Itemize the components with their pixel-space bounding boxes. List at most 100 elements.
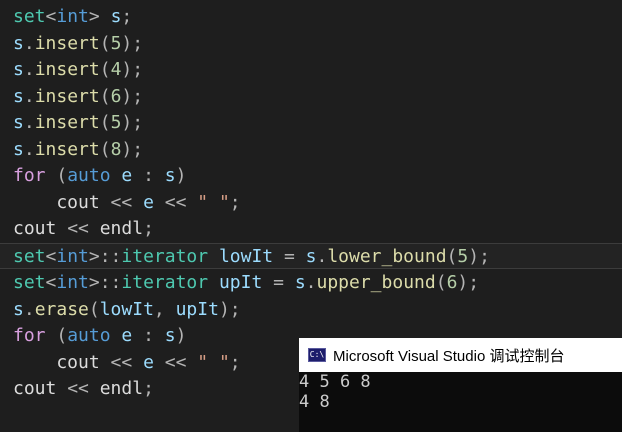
code-token: s: [294, 272, 306, 293]
code-line[interactable]: s.insert(5);: [13, 31, 143, 57]
code-token: int: [56, 246, 89, 267]
code-token: ): [175, 325, 187, 346]
code-token: s: [13, 86, 24, 107]
code-token: int: [56, 6, 89, 27]
code-token: insert: [34, 59, 100, 80]
code-token: endl: [99, 218, 144, 239]
code-token: s: [13, 33, 24, 54]
code-token: s: [164, 165, 176, 186]
code-token: e: [121, 165, 133, 186]
code-token: <: [45, 246, 57, 267]
code-line[interactable]: for (auto e : s): [13, 323, 186, 349]
code-token: (: [99, 112, 111, 133]
code-token: s: [13, 299, 24, 320]
code-token: s: [13, 59, 24, 80]
code-token: upIt: [218, 272, 263, 293]
code-token: >::: [88, 246, 122, 267]
console-output: 4 5 6 8 4 8: [299, 372, 622, 432]
code-token: <<: [153, 192, 198, 213]
code-token: (: [435, 272, 447, 293]
console-app-icon: C:\: [308, 348, 326, 362]
code-token: 6: [110, 86, 122, 107]
code-line[interactable]: s.insert(4);: [13, 57, 143, 83]
code-token: .: [23, 299, 35, 320]
console-titlebar[interactable]: C:\ Microsoft Visual Studio 调试控制台: [299, 338, 622, 372]
code-token: ;: [143, 218, 154, 239]
code-token: s: [13, 139, 24, 160]
code-line[interactable]: cout << endl;: [13, 216, 154, 242]
debug-console-window[interactable]: C:\ Microsoft Visual Studio 调试控制台 4 5 6 …: [299, 338, 622, 432]
code-token: <: [45, 272, 57, 293]
code-token: .: [305, 272, 317, 293]
code-token: s: [13, 112, 24, 133]
code-line[interactable]: s.insert(8);: [13, 137, 143, 163]
code-token: " ": [197, 192, 230, 213]
console-title: Microsoft Visual Studio 调试控制台: [333, 347, 565, 365]
code-line[interactable]: s.erase(lowIt, upIt);: [13, 297, 241, 323]
code-token: <<: [99, 192, 144, 213]
code-token: <: [45, 6, 57, 27]
code-line[interactable]: s.insert(6);: [13, 84, 143, 110]
code-line[interactable]: set<int>::iterator upIt = s.upper_bound(…: [13, 270, 479, 296]
code-token: set: [13, 6, 46, 27]
code-token: s: [305, 246, 317, 267]
code-token: );: [121, 59, 144, 80]
code-line[interactable]: s.insert(5);: [13, 110, 143, 136]
code-token: );: [218, 299, 241, 320]
code-token: );: [468, 246, 490, 267]
code-token: .: [23, 59, 35, 80]
code-token: s: [164, 325, 176, 346]
code-token: insert: [34, 112, 100, 133]
code-token: :: [132, 165, 165, 186]
code-token: ): [175, 165, 187, 186]
code-token: insert: [34, 33, 100, 54]
code-token: int: [56, 272, 89, 293]
code-token: <<: [56, 218, 100, 239]
code-line[interactable]: for (auto e : s): [13, 163, 186, 189]
code-token: 4: [110, 59, 122, 80]
code-token: >::: [88, 272, 122, 293]
code-line[interactable]: cout << endl;: [13, 376, 154, 402]
code-token: (: [45, 325, 68, 346]
code-token: iterator: [121, 272, 209, 293]
code-token: ;: [229, 192, 241, 213]
code-token: cout: [13, 352, 100, 373]
code-token: upIt: [175, 299, 219, 320]
code-token: 6: [446, 272, 458, 293]
code-token: (: [446, 246, 458, 267]
code-token: );: [121, 139, 144, 160]
code-token: );: [121, 33, 144, 54]
code-token: 8: [110, 139, 122, 160]
code-token: cout: [13, 378, 57, 399]
code-token: erase: [34, 299, 89, 320]
code-token: set: [13, 246, 46, 267]
code-line[interactable]: cout << e << " ";: [13, 190, 241, 216]
code-line[interactable]: cout << e << " ";: [13, 350, 240, 376]
code-token: :: [132, 325, 165, 346]
code-token: <<: [99, 352, 144, 373]
code-line-current[interactable]: set<int>::iterator lowIt = s.lower_bound…: [0, 243, 622, 269]
code-token: insert: [34, 139, 100, 160]
code-token: lower_bound: [327, 246, 447, 267]
code-token: insert: [34, 86, 100, 107]
code-token: 5: [110, 112, 122, 133]
code-token: e: [143, 352, 154, 373]
code-line[interactable]: set<int> s;: [13, 4, 132, 30]
code-token: );: [121, 86, 144, 107]
code-token: lowIt: [218, 246, 274, 267]
code-token: cout: [13, 192, 100, 213]
code-token: cout: [13, 218, 57, 239]
code-token: e: [143, 192, 154, 213]
code-token: for: [13, 165, 46, 186]
code-token: iterator: [121, 246, 209, 267]
code-token: .: [23, 86, 35, 107]
code-token: ,: [153, 299, 176, 320]
code-token: ;: [143, 378, 154, 399]
code-token: (: [45, 165, 68, 186]
code-token: .: [23, 112, 35, 133]
code-token: .: [316, 246, 328, 267]
code-token: =: [262, 272, 295, 293]
